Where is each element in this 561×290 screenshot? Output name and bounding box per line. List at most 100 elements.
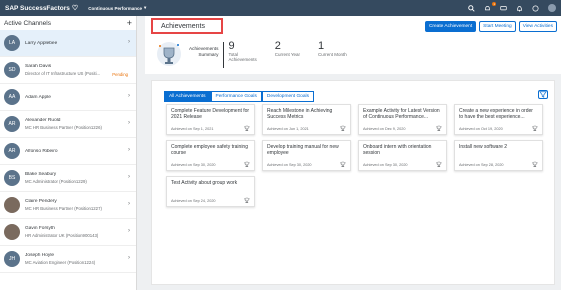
module-selector[interactable]: Continuous Performance ▾ [88, 5, 146, 11]
achievement-card[interactable]: Reach Milestone in Achieving Success Met… [262, 104, 351, 135]
sidebar-title: Active Channels [4, 19, 51, 27]
channel-item[interactable]: AA Adam Apple › [0, 84, 136, 111]
stat-current-month: 1 Current Month [318, 40, 347, 57]
view-activities-button[interactable]: View Activities [518, 21, 557, 32]
achievements-summary: Achievements Summary 9 Total Achievement… [155, 40, 365, 70]
tab-all-achievements[interactable]: All Achievements [164, 91, 211, 102]
stat-label: Achievements [228, 57, 257, 62]
card-date: Achieved on Sep 1, 2021 [171, 127, 214, 131]
trophy-icon: 🏆︎ [243, 198, 250, 204]
trophy-icon: 🏆︎ [531, 162, 538, 168]
achievement-cards: Complete Feature Development for 2021 Re… [166, 104, 543, 207]
achievement-card[interactable]: Create a new experience in order to have… [454, 104, 543, 135]
card-date: Achieved on Oct 19, 2020 [459, 127, 503, 131]
achievement-card[interactable]: Onboard intern with orientation session … [358, 140, 447, 171]
card-date: Achieved on Sep 30, 2020 [171, 163, 216, 167]
avatar: SD [4, 62, 20, 78]
trophy-icon: 🏆︎ [531, 126, 538, 132]
chevron-right-icon: › [128, 39, 130, 45]
chevron-right-icon: › [128, 174, 130, 180]
channel-name: Adam Apple [25, 94, 51, 100]
channel-role: HR Administrator UK (Position900143) [25, 233, 99, 238]
create-achievement-button[interactable]: Create Achievement [424, 21, 477, 32]
chevron-right-icon: › [128, 228, 130, 234]
achievement-card[interactable]: Test Activity about group work Achieved … [166, 176, 255, 207]
stat-current-year: 2 Current Year [275, 40, 300, 57]
chevron-down-icon: ▾ [143, 5, 147, 10]
heart-icon: ♡ [71, 5, 79, 12]
notifications-icon[interactable]: 1 [484, 1, 496, 12]
notification-badge: 1 [492, 1, 496, 6]
avatar: AR [4, 116, 20, 132]
bell-icon[interactable] [516, 5, 523, 12]
achievement-card[interactable]: Complete Feature Development for 2021 Re… [166, 104, 255, 135]
summary-label-line: Achievements [189, 46, 219, 51]
channel-role: MC HR Business Partner (Position1226) [25, 125, 102, 130]
channel-item[interactable]: BS Blake Seabury MC Administrator (Posit… [0, 165, 136, 192]
channel-name: Larry Applebee [25, 40, 58, 46]
avatar: BS [4, 170, 20, 186]
tab-development-goals[interactable]: Development Goals [261, 91, 314, 102]
chevron-right-icon: › [128, 93, 130, 99]
search-icon[interactable] [468, 4, 475, 12]
status-badge: Pending [112, 72, 128, 77]
trophy-icon: 🏆︎ [339, 162, 346, 168]
achievement-card[interactable]: Example Activity for Latest Version of C… [358, 104, 447, 135]
card-title: Reach Milestone in Achieving Success Met… [267, 108, 333, 120]
stat-value: 2 [274, 40, 281, 52]
card-date: Achieved on Sep 30, 2020 [363, 163, 408, 167]
achievement-card[interactable]: Install new software 2 Achieved on Sep 2… [454, 140, 543, 171]
stat-total: 9 Total Achievements [228, 40, 256, 62]
page-title: Achievements [151, 18, 223, 34]
channel-item[interactable]: JH Joseph Hoyle MC Aviation Engineer (Po… [0, 246, 136, 273]
trophy-icon: 🏆︎ [339, 126, 346, 132]
card-date: Achieved on Sep 30, 2020 [267, 163, 312, 167]
shell-bar: SAP SuccessFactors ♡ Continuous Performa… [0, 0, 561, 16]
summary-label-line: Summary [198, 51, 219, 57]
card-date: Achieved on Sep 28, 2020 [459, 163, 504, 167]
trophy-illustration-icon [155, 40, 183, 70]
tab-performance-goals[interactable]: Performance Goals [210, 91, 262, 102]
active-channels-sidebar: Active Channels + LA Larry Applebee › SD… [0, 16, 137, 290]
avatar: JH [4, 251, 20, 267]
card-title: Complete Feature Development for 2021 Re… [171, 108, 250, 120]
main-content: Achievements Create Achievement Start Me… [145, 16, 561, 290]
channel-role: Director of IT Infrastructure US (Positi… [25, 71, 101, 76]
card-title: Onboard intern with orientation session [363, 144, 432, 156]
divider [223, 42, 225, 68]
trophy-icon: 🏆︎ [435, 126, 442, 132]
module-label: Continuous Performance [88, 5, 142, 11]
channel-name: Alfonso Ribeiro [25, 148, 58, 154]
channel-item[interactable]: AR Alfonso Ribeiro › [0, 138, 136, 165]
channel-item[interactable]: SD Sarah Davis Director of IT Infrastruc… [0, 57, 136, 84]
channel-item[interactable]: AR Alexander Ruold MC HR Business Partne… [0, 111, 136, 138]
chevron-right-icon: › [128, 147, 130, 153]
user-avatar[interactable] [548, 4, 556, 12]
brand-name: SAP SuccessFactors [5, 4, 70, 12]
channel-item[interactable]: LA Larry Applebee › [0, 30, 136, 57]
channel-name: Claire Pendery [25, 199, 57, 204]
chevron-right-icon: › [128, 255, 130, 261]
card-date: Achieved on Jun 1, 2021 [267, 127, 309, 131]
achievement-card[interactable]: Develop training manual for new employee… [262, 140, 351, 171]
stat-label: Current Month [318, 52, 347, 57]
achievements-header: Achievements Create Achievement Start Me… [145, 16, 561, 74]
channel-item[interactable]: Gavin Forsyth HR Administrator UK (Posit… [0, 219, 136, 246]
avatar: AA [4, 89, 20, 105]
help-icon[interactable] [532, 4, 539, 12]
card-title: Test Activity about group work [171, 180, 238, 186]
start-meeting-button[interactable]: Start Meeting [479, 21, 516, 32]
brand-logo[interactable]: SAP SuccessFactors ♡ [5, 4, 79, 13]
chevron-right-icon: › [128, 120, 130, 126]
filter-icon[interactable] [538, 90, 548, 99]
channel-role: MC HR Business Partner (Position1227) [25, 206, 102, 211]
channel-item[interactable]: Claire Pendery MC HR Business Partner (P… [0, 192, 136, 219]
achievements-panel: All Achievements Performance Goals Devel… [151, 80, 555, 285]
achievement-card[interactable]: Complete employee safety training course… [166, 140, 255, 171]
channel-role: MC Aviation Engineer (Position1224) [25, 260, 96, 265]
card-title: Develop training manual for new employee [267, 144, 339, 156]
chat-icon[interactable] [500, 5, 507, 12]
add-icon[interactable]: + [127, 18, 132, 28]
header-actions: Create Achievement Start Meeting View Ac… [424, 21, 557, 32]
avatar: LA [4, 35, 20, 51]
